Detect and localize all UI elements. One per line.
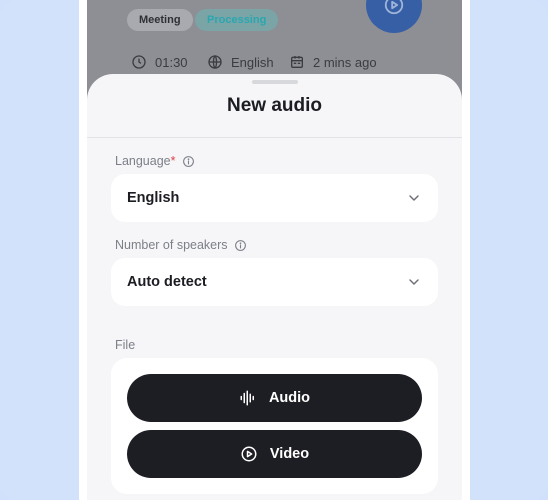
speakers-label: Number of speakers — [115, 238, 247, 252]
video-button[interactable]: Video — [127, 430, 422, 478]
date-meta: 2 mins ago — [289, 52, 377, 72]
info-icon[interactable] — [234, 239, 247, 252]
new-audio-sheet: New audio Language* English Number of sp… — [87, 74, 462, 500]
info-icon[interactable] — [182, 155, 195, 168]
language-select[interactable]: English — [111, 174, 438, 222]
waveform-icon — [240, 390, 254, 406]
speakers-select-value: Auto detect — [127, 274, 207, 290]
speakers-label-text: Number of speakers — [115, 238, 228, 252]
phone-frame: Meeting Processing 01:30 English 2 mins … — [79, 0, 470, 500]
sheet-divider — [87, 137, 462, 138]
tag-processing: Processing — [195, 9, 279, 31]
file-label: File — [115, 338, 136, 352]
globe-icon — [208, 55, 222, 69]
duration-meta: 01:30 — [131, 52, 188, 72]
clock-icon — [132, 55, 146, 69]
language-select-value: English — [127, 190, 180, 206]
speakers-select[interactable]: Auto detect — [111, 258, 438, 306]
video-button-label: Video — [269, 446, 310, 462]
language-label-text: Language — [115, 154, 171, 168]
chevron-down-icon — [409, 195, 419, 201]
play-icon — [384, 0, 404, 15]
chevron-down-icon — [409, 279, 419, 285]
language-meta-text: English — [231, 54, 274, 70]
required-mark: * — [170, 154, 176, 168]
time-ago-text: 2 mins ago — [313, 54, 377, 70]
language-label: Language* — [115, 154, 195, 168]
sheet-title: New audio — [226, 95, 322, 116]
file-picker-card: Audio Video — [111, 358, 438, 494]
audio-button[interactable]: Audio — [127, 374, 422, 422]
play-button[interactable] — [366, 0, 422, 33]
calendar-icon — [291, 56, 303, 68]
page-background: Meeting Processing 01:30 English 2 mins … — [0, 0, 548, 500]
duration-text: 01:30 — [155, 54, 188, 70]
app-screen: Meeting Processing 01:30 English 2 mins … — [87, 0, 462, 500]
language-meta: English — [207, 52, 274, 72]
audio-button-label: Audio — [268, 390, 311, 406]
play-circle-icon — [241, 446, 257, 462]
sheet-grabber[interactable] — [252, 80, 298, 84]
tag-meeting: Meeting — [127, 9, 193, 31]
